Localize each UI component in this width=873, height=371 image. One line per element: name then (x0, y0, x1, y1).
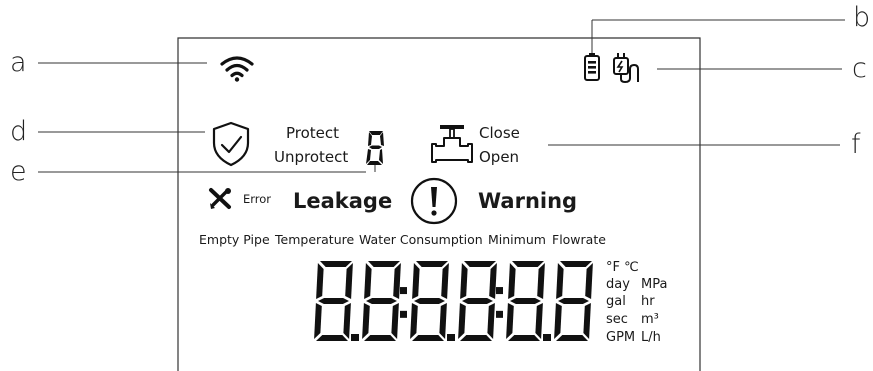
lcd-diagram: a b c d e f Protect Unprotect Close Open… (0, 0, 873, 371)
unprotect-label: Unprotect (274, 148, 349, 166)
mode-water-consumption: Water Consumption (359, 232, 483, 247)
callout-b: b (853, 2, 871, 33)
segment-digit (506, 261, 545, 341)
segment-digit (554, 261, 593, 341)
shield-check-icon (212, 121, 250, 167)
valve-icon (431, 125, 473, 163)
segment-digit (362, 261, 401, 341)
mode-minimum: Minimum (488, 232, 546, 247)
mode-flowrate: Flowrate (552, 232, 606, 247)
single-digit-display (366, 131, 384, 165)
colon-dot (400, 287, 407, 295)
unit-m3: m³ (641, 312, 659, 327)
segment-digit (458, 261, 497, 341)
colon-dot (496, 287, 503, 295)
wifi-icon (220, 56, 254, 82)
unit-day: day (606, 277, 630, 292)
main-segment-display (314, 261, 593, 341)
mode-empty-pipe: Empty Pipe (199, 232, 270, 247)
unit-sec: sec (606, 312, 628, 327)
unit-lh: L/h (641, 330, 661, 345)
unit-hr: hr (641, 294, 655, 309)
unit-gal: gal (606, 294, 626, 309)
callout-a: a (10, 47, 27, 78)
unit-mpa: MPa (641, 277, 668, 292)
tools-icon (209, 188, 231, 209)
mode-temperature: Temperature (275, 232, 355, 247)
callout-c: c (852, 53, 867, 84)
decimal-point (543, 334, 551, 341)
colon-dot (496, 310, 503, 318)
callout-f: f (851, 129, 861, 160)
callout-e: e (10, 156, 27, 187)
battery-icon (584, 53, 600, 81)
valve-close-label: Close (479, 124, 520, 142)
segment-digit (314, 261, 353, 341)
unit-temperature: °F ℃ (606, 260, 639, 275)
protect-label: Protect (286, 124, 340, 142)
valve-open-label: Open (479, 148, 520, 166)
decimal-point (447, 334, 455, 341)
decimal-point (351, 334, 359, 341)
segment-digit (410, 261, 449, 341)
leakage-label: Leakage (293, 189, 393, 213)
unit-gpm: GPM (606, 330, 636, 345)
error-label: Error (243, 192, 272, 206)
power-plug-icon (613, 53, 639, 84)
exclamation-icon (410, 177, 458, 225)
callout-d: d (10, 116, 28, 147)
warning-label: Warning (478, 189, 578, 213)
colon-dot (400, 310, 407, 318)
